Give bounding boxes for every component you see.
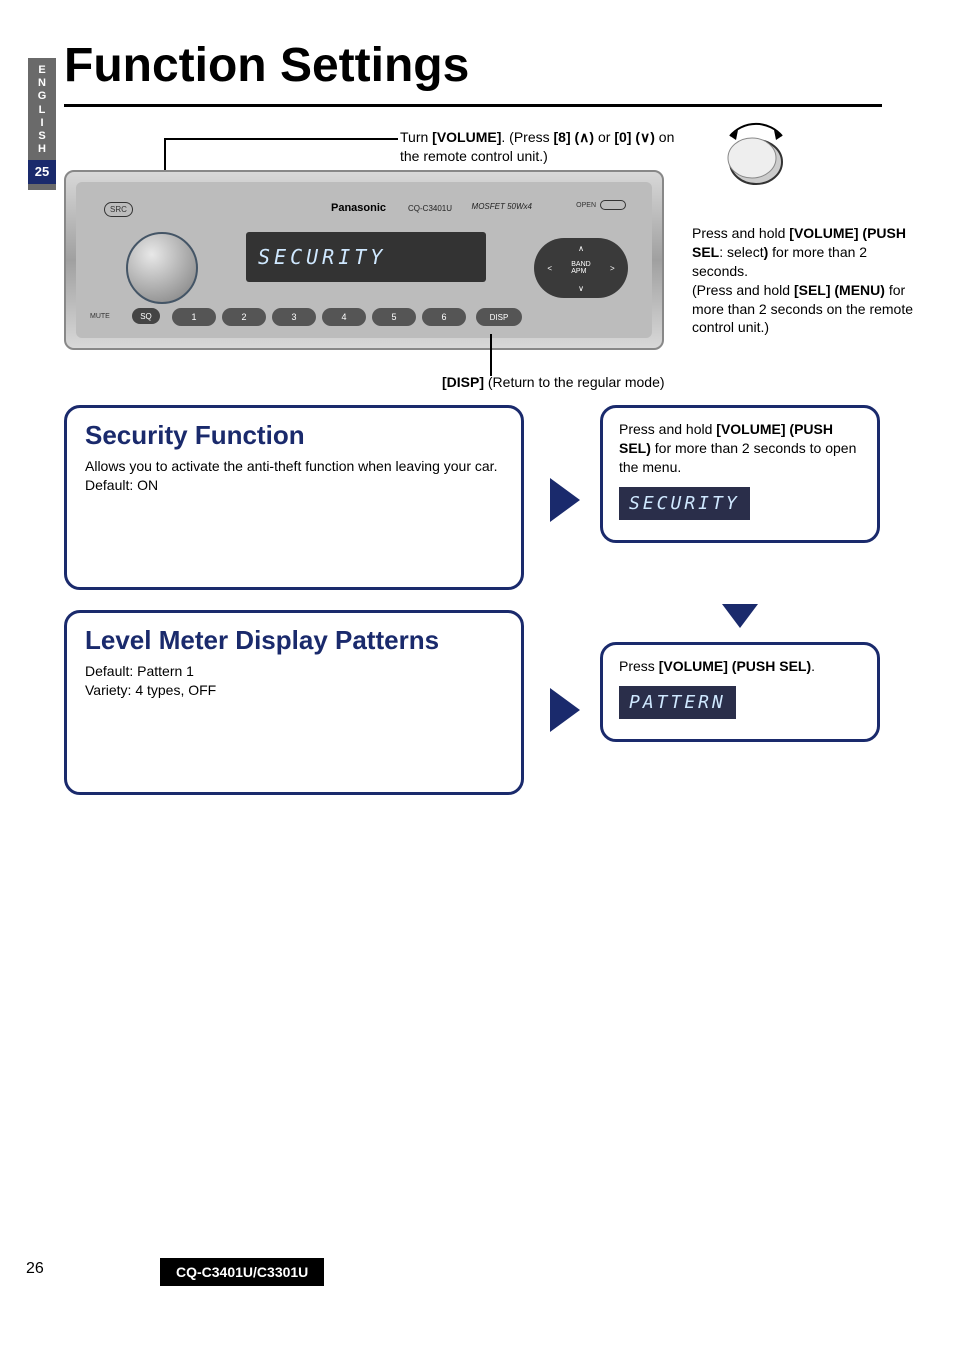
key-8-up: [8] (∧) [554, 129, 595, 145]
lcd-pattern: PATTERN [619, 686, 736, 719]
txt: Press and hold [619, 421, 716, 437]
brand-label: Panasonic [331, 202, 386, 214]
pattern-step-card: Press [VOLUME] (PUSH SEL). PATTERN [600, 642, 880, 742]
nav-left[interactable]: < [547, 264, 552, 273]
arrow-down-icon [722, 604, 758, 628]
preset-5[interactable]: 5 [372, 308, 416, 326]
arrow-right-icon [550, 478, 580, 522]
arrow-right-icon [550, 688, 580, 732]
txt: Press [619, 658, 659, 674]
txt: (Press and hold [692, 282, 794, 298]
level-meter-variety: Variety: 4 types, OFF [85, 681, 503, 700]
side-page-number: 25 [28, 160, 56, 184]
volume-label: [VOLUME] [432, 129, 501, 145]
txt: Turn [400, 129, 432, 145]
volume-knob[interactable] [126, 232, 198, 304]
model-bar: CQ-C3401U/C3301U [160, 1258, 324, 1286]
txt: or [594, 129, 614, 145]
band-apm-button[interactable]: BANDAPM [571, 261, 590, 275]
preset-3[interactable]: 3 [272, 308, 316, 326]
sq-button[interactable]: SQ [132, 308, 160, 324]
stereo-faceplate: SRC Panasonic CQ-C3401U MOSFET 50Wx4 OPE… [76, 182, 652, 338]
preset-6[interactable]: 6 [422, 308, 466, 326]
instruction-turn-volume: Turn [VOLUME]. (Press [8] (∧) or [0] (∨)… [400, 128, 680, 166]
disp-button[interactable]: DISP [476, 308, 522, 326]
security-body: Allows you to activate the anti-theft fu… [85, 457, 503, 476]
preset-2[interactable]: 2 [222, 308, 266, 326]
txt: : select [719, 244, 763, 260]
lcd-display: SECURITY [246, 232, 486, 282]
txt: . (Press [501, 129, 553, 145]
disp-label: [DISP] [442, 374, 484, 390]
txt: . [811, 658, 815, 674]
preset-button-row: 1 2 3 4 5 6 [172, 308, 466, 326]
language-tab: ENGLISH 25 [28, 58, 56, 190]
security-function-card: Security Function Allows you to activate… [64, 405, 524, 590]
volume-knob-illustration [716, 120, 796, 190]
model-label: CQ-C3401U [408, 204, 452, 213]
open-button[interactable] [600, 200, 626, 210]
page-number: 26 [26, 1260, 44, 1278]
navigation-pad[interactable]: ∧ < BANDAPM > ∨ [534, 238, 628, 298]
txt: Press and hold [692, 225, 789, 241]
disp-leader-line [490, 334, 492, 376]
txt: for more than 2 seconds to open the menu… [619, 440, 856, 475]
level-meter-default: Default: Pattern 1 [85, 662, 503, 681]
nav-down-icon[interactable]: ∨ [578, 284, 584, 293]
title-rule [64, 104, 882, 107]
security-step-text: Press and hold [VOLUME] (PUSH SEL) for m… [619, 420, 861, 477]
disp-note: [DISP] (Return to the regular mode) [442, 374, 665, 390]
security-step-card: Press and hold [VOLUME] (PUSH SEL) for m… [600, 405, 880, 543]
sel-menu-label: [SEL] (MENU) [794, 282, 885, 298]
key-0-down: [0] (∨) [614, 129, 655, 145]
lang-letters: ENGLISH [38, 64, 47, 155]
lcd-security: SECURITY [619, 487, 750, 520]
preset-4[interactable]: 4 [322, 308, 366, 326]
security-default: Default: ON [85, 476, 503, 495]
nav-right[interactable]: > [610, 264, 615, 273]
preset-1[interactable]: 1 [172, 308, 216, 326]
nav-up-icon[interactable]: ∧ [578, 244, 584, 253]
mosfet-label: MOSFET 50Wx4 [472, 202, 532, 211]
volume-push-sel-label: [VOLUME] (PUSH SEL) [659, 658, 811, 674]
instruction-press-hold: Press and hold [VOLUME] (PUSH SEL: selec… [692, 224, 922, 337]
page-title: Function Settings [64, 38, 469, 93]
car-stereo-illustration: SRC Panasonic CQ-C3401U MOSFET 50Wx4 OPE… [64, 170, 664, 350]
txt: (Return to the regular mode) [484, 374, 665, 390]
mute-label[interactable]: MUTE [90, 313, 110, 320]
open-button-area[interactable]: OPEN [576, 200, 626, 210]
security-heading: Security Function [85, 420, 503, 451]
level-meter-heading: Level Meter Display Patterns [85, 625, 503, 656]
level-meter-card: Level Meter Display Patterns Default: Pa… [64, 610, 524, 795]
open-label: OPEN [576, 202, 596, 209]
src-button[interactable]: SRC [104, 202, 133, 217]
leader-line-h [164, 138, 398, 140]
pattern-step-text: Press [VOLUME] (PUSH SEL). [619, 657, 861, 676]
